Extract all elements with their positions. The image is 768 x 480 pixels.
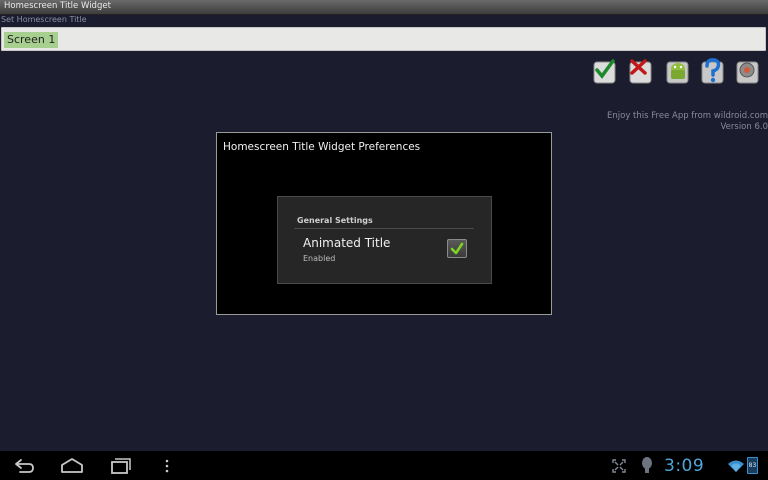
screen-compat-icon[interactable]: [611, 458, 627, 478]
menu-icon[interactable]: [163, 456, 171, 476]
app-title: Homescreen Title Widget: [4, 1, 111, 11]
title-input-value: Screen 1: [4, 32, 59, 48]
recent-apps-icon[interactable]: [109, 456, 133, 476]
animated-title-checkbox[interactable]: [447, 239, 467, 258]
category-divider: [294, 228, 474, 229]
notification-bulb-icon[interactable]: [640, 456, 654, 480]
promo-line: Enjoy this Free App from wildroid.com: [607, 111, 768, 121]
set-title-label: Set Homescreen Title: [1, 15, 87, 24]
preferences-panel: General Settings Animated Title Enabled: [277, 196, 492, 284]
android-icon[interactable]: [665, 57, 691, 85]
app-title-bar: Homescreen Title Widget: [0, 0, 768, 15]
title-input[interactable]: Screen 1: [1, 27, 766, 51]
promo-text: Enjoy this Free App from wildroid.com Ve…: [468, 111, 768, 133]
preferences-dialog: Homescreen Title Widget Preferences Gene…: [216, 132, 552, 315]
wifi-icon: [727, 458, 745, 477]
animated-title-label[interactable]: Animated Title: [303, 236, 390, 250]
battery-level: 83: [748, 462, 757, 469]
battery-icon: 83: [747, 457, 758, 474]
dialog-title: Homescreen Title Widget Preferences: [223, 141, 421, 153]
animated-title-summary: Enabled: [303, 254, 336, 263]
settings-gear-icon[interactable]: [735, 57, 761, 85]
checkmark-icon: [450, 242, 464, 255]
help-icon[interactable]: [700, 57, 726, 85]
cancel-x-icon[interactable]: [628, 57, 654, 85]
back-icon[interactable]: [12, 456, 36, 476]
clock: 3:09: [664, 456, 705, 476]
home-icon[interactable]: [59, 456, 85, 476]
category-header: General Settings: [297, 216, 373, 225]
ok-check-icon[interactable]: [592, 57, 618, 85]
